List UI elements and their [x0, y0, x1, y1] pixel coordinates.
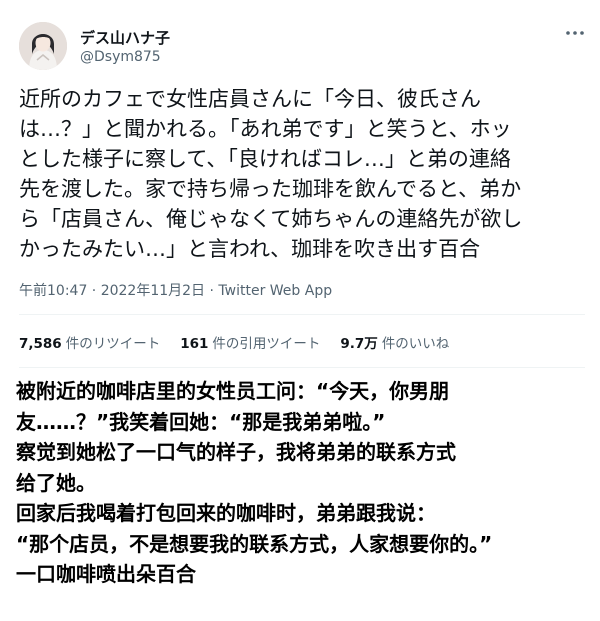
tweet-text-line: かったみたい…」と言われ、珈琲を吹き出す百合 — [19, 237, 481, 261]
translation-line: 察觉到她松了一口气的样子，我将弟弟的联系方式 — [16, 440, 456, 464]
tweet-timestamp[interactable]: 午前10:47 · 2022年11月2日 · Twitter Web App — [19, 280, 332, 300]
translation-line: 一口咖啡喷出朵百合 — [16, 562, 196, 586]
divider — [19, 314, 585, 315]
tweet-text-line: とした様子に察して、「良ければコレ…」と弟の連絡 — [19, 147, 511, 171]
likes-label: 件のいいね — [381, 336, 450, 352]
translation-text: 被附近的咖啡店里的女性员工问：“今天，你男朋 友……？”我笑着回她：“那是我弟弟… — [16, 376, 586, 590]
tweet-text-line: は…？」と聞かれる。「あれ弟です」と笑うと、ホッ — [19, 117, 512, 141]
retweets-count: 7,586 — [19, 336, 62, 352]
translation-line: 友……？”我笑着回她：“那是我弟弟啦。” — [16, 409, 386, 434]
divider — [19, 367, 585, 368]
translation-line: 被附近的咖啡店里的女性员工问：“今天，你男朋 — [16, 379, 450, 403]
tweet-text-line: 先を渡した。家で持ち帰った珈琲を飲んでると、弟か — [19, 177, 522, 201]
quotes-label: 件の引用ツイート — [212, 336, 321, 352]
tweet-stats: 7,586 件のリツイート 161 件の引用ツイート 9.7万 件のいいね — [19, 331, 449, 353]
avatar-image — [19, 22, 67, 70]
more-horizontal-icon[interactable] — [562, 22, 588, 42]
retweets-label: 件のリツイート — [65, 336, 161, 352]
quotes-count: 161 — [180, 336, 209, 352]
user-handle[interactable]: @Dsym875 — [80, 49, 161, 65]
quotes-stat[interactable]: 161 件の引用ツイート — [180, 332, 320, 352]
tweet-text-line: ら「店員さん、俺じゃなくて姉ちゃんの連絡先が欲し — [19, 207, 523, 231]
likes-stat[interactable]: 9.7万 件のいいね — [340, 332, 449, 352]
avatar[interactable] — [19, 22, 67, 70]
translation-line: 给了她。 — [16, 470, 96, 495]
translation-line: “那个店员，不是想要我的联系方式，人家想要你的。” — [16, 531, 493, 556]
retweets-stat[interactable]: 7,586 件のリツイート — [19, 332, 160, 352]
tweet-text: 近所のカフェで女性店員さんに「今日、彼氏さん は…？」と聞かれる。「あれ弟です」… — [19, 84, 584, 264]
tweet-text-line: 近所のカフェで女性店員さんに「今日、彼氏さん — [19, 87, 481, 111]
display-name[interactable]: デス山ハナ子 — [80, 27, 170, 48]
likes-count: 9.7万 — [340, 336, 378, 352]
translation-line: 回家后我喝着打包回来的咖啡时，弟弟跟我说： — [16, 501, 436, 525]
tweet-card: デス山ハナ子 @Dsym875 近所のカフェで女性店員さんに「今日、彼氏さん は… — [0, 0, 600, 370]
